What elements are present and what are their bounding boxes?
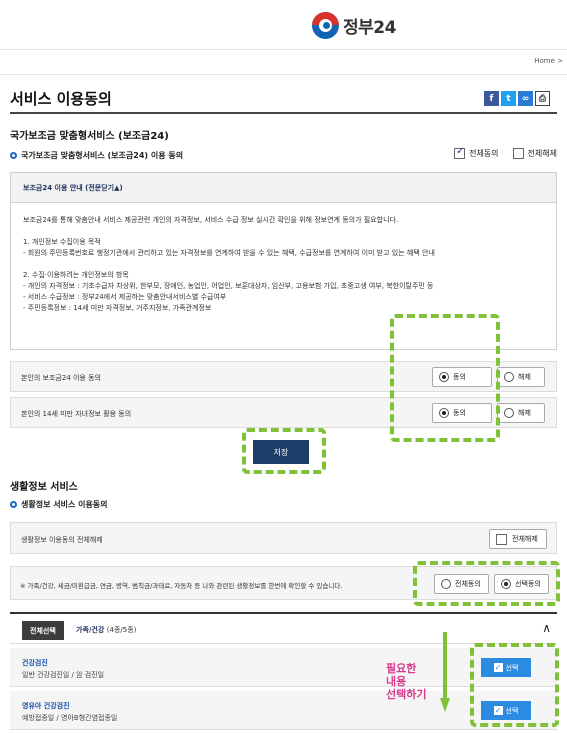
cancel-all-checkbox[interactable]: 전체해제	[512, 148, 557, 159]
info-line	[23, 259, 544, 270]
cancel-all-label: 전체해제	[512, 535, 538, 543]
section-title-lifeinfo: 생활정보 서비스	[10, 482, 78, 493]
subsection-title-lifeinfo: 생활정보 서비스 이용동의	[10, 499, 108, 510]
lifeinfo-cancel-label: 생활정보 이용동의 전체해제	[21, 536, 103, 544]
taegeuk-logo-icon	[312, 12, 339, 39]
annotation-line: 선택하기	[386, 688, 427, 701]
annotation-line: 내용	[386, 675, 407, 688]
bullet-ring-icon	[10, 152, 17, 159]
highlight-consent-radios	[390, 314, 500, 442]
cancel-radio[interactable]: 해제	[497, 367, 545, 387]
info-line: 보조금24를 통해 맞춤안내 서비스 제공관련 개인의 자격정보, 서비스 수급…	[23, 216, 399, 224]
facebook-icon[interactable]: f	[484, 91, 499, 106]
top-header: 정부24	[0, 0, 567, 50]
info-box-header[interactable]: 보조금24 이용 안내 (전문닫기▲)	[11, 173, 556, 203]
checkbox-empty-icon[interactable]	[512, 148, 524, 159]
lifeinfo-notice: ※ 가족/건강, 세금/미환급금, 연금, 병역, 범칙금/과태료, 자동차 등…	[20, 582, 343, 590]
section-title-subsidy: 국가보조금 맞춤형서비스 (보조금24)	[10, 131, 169, 142]
link-icon[interactable]: ∞	[518, 91, 533, 106]
consent-row-label: 본인의 보조금24 이용 동의	[21, 374, 101, 382]
info-line: 1. 개인정보 수집이용 목적	[23, 238, 101, 246]
cancel-label: 해제	[518, 373, 531, 381]
category-name: 가족/건강 (4종/5종)	[76, 625, 136, 635]
page-title: 서비스 이용동의	[10, 90, 112, 108]
select-all-tag[interactable]: 전체선택	[22, 621, 64, 640]
consent-row-label: 본인의 14세 미만 자녀정보 활용 동의	[21, 410, 132, 418]
share-icons: f t ∞ ⎙	[484, 91, 550, 106]
chevron-up-icon[interactable]: ∧	[542, 621, 551, 635]
category-row: 전체선택 가족/건강 (4종/5종) ∧	[10, 612, 557, 644]
cancel-label: 해제	[518, 409, 531, 417]
highlight-save-button	[242, 428, 326, 474]
radio-empty-icon[interactable]	[504, 408, 514, 418]
info-line: - 서비스 수급정보 : 정부24에서 제공하는 맞춤안내서비스별 수급여부	[23, 293, 227, 301]
cancel-radio[interactable]: 해제	[497, 403, 545, 423]
info-line: - 주민등록정보 : 14세 미만 자격정보, 거주지정보, 가족관계정보	[23, 304, 212, 312]
twitter-icon[interactable]: t	[501, 91, 516, 106]
lifeinfo-cancel-row: 생활정보 이용동의 전체해제 전체해제	[10, 522, 557, 554]
breadcrumb: Home >	[0, 50, 567, 75]
info-line: - 개인의 자격정보 : 기초수급자 차상위, 한부모, 장애인, 농업인, 어…	[23, 282, 434, 290]
checkbox-checked-icon[interactable]	[454, 146, 466, 159]
service-desc: 일반 건강검진일 / 암 검진일	[22, 671, 105, 679]
cancel-all-checkbox[interactable]: 전체해제	[489, 529, 547, 549]
category-label: 가족/건강	[76, 626, 105, 634]
subsection-label: 국가보조금 맞춤형서비스 (보조금24) 이용 동의	[21, 151, 184, 160]
breadcrumb-home[interactable]: Home >	[534, 57, 563, 65]
service-desc: 예방접종일 / 영아B형간염접종일	[22, 714, 118, 722]
agree-all-label: 전체동의	[469, 149, 499, 158]
service-name: 건강검진	[22, 659, 48, 667]
checkbox-empty-icon[interactable]	[496, 533, 507, 545]
annotation-note: 필요한 내용 선택하기	[386, 662, 426, 701]
info-line: 2. 수집·이용하려는 개인정보의 항목	[23, 271, 129, 279]
info-line	[23, 226, 544, 237]
service-name: 영유아 건강검진	[22, 702, 70, 710]
cancel-all-label: 전체해제	[527, 149, 557, 158]
info-box-body: 보조금24를 통해 맞춤안내 서비스 제공관련 개인의 자격정보, 서비스 수급…	[11, 203, 556, 326]
highlight-select-agree	[413, 561, 560, 606]
info-line: - 회원의 주민등록번호로 행정기관에서 관리하고 있는 자격정보를 연계하여 …	[23, 249, 435, 257]
annotation-line: 필요한	[386, 662, 417, 675]
radio-empty-icon[interactable]	[504, 372, 514, 382]
subsection-title-subsidy: 국가보조금 맞춤형서비스 (보조금24) 이용 동의	[10, 150, 183, 161]
category-count: (4종/5종)	[106, 626, 137, 634]
agree-all-checkbox[interactable]: 전체동의	[454, 146, 499, 159]
consent-toggle-group: 전체동의 전체해제	[454, 146, 557, 159]
subsection-label: 생활정보 서비스 이용동의	[21, 500, 108, 509]
bullet-ring-icon	[10, 501, 17, 508]
print-icon[interactable]: ⎙	[535, 91, 550, 106]
highlight-select-buttons	[470, 643, 559, 727]
down-arrow-icon	[440, 632, 450, 712]
gov24-logo[interactable]: 정부24	[312, 12, 396, 39]
logo-text: 정부24	[343, 18, 396, 38]
title-divider	[10, 112, 557, 114]
